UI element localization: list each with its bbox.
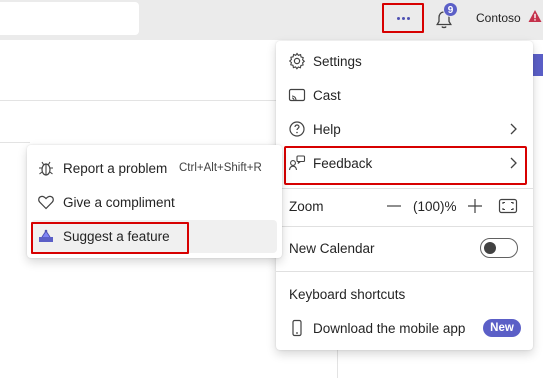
- zoom-label: Zoom: [289, 199, 324, 214]
- divider: [276, 271, 533, 272]
- menu-item-cast[interactable]: Cast: [276, 79, 533, 111]
- menu-item-label: Settings: [313, 53, 362, 69]
- org-name[interactable]: Contoso: [476, 11, 521, 25]
- new-badge: New: [483, 319, 521, 337]
- warning-icon: [528, 10, 542, 22]
- highlight-box: [31, 222, 189, 254]
- menu-item-keyboard-shortcuts[interactable]: Keyboard shortcuts: [276, 278, 533, 310]
- menu-item-label: Cast: [313, 87, 341, 103]
- chevron-right-icon: [510, 123, 517, 135]
- menu-item-label: Help: [313, 121, 341, 137]
- zoom-plus-icon[interactable]: [466, 197, 484, 215]
- search-box[interactable]: [0, 2, 139, 35]
- divider: [276, 188, 533, 189]
- menu-item-label: Keyboard shortcuts: [289, 286, 406, 302]
- gear-icon: [288, 52, 306, 70]
- notification-badge: 9: [443, 2, 458, 17]
- zoom-minus-icon[interactable]: [385, 197, 403, 215]
- submenu-item-label: Report a problem: [63, 161, 168, 176]
- divider: [276, 226, 533, 227]
- help-icon: [289, 121, 305, 137]
- heart-icon: [38, 195, 54, 210]
- new-calendar-toggle[interactable]: [480, 238, 518, 258]
- more-options-button[interactable]: [382, 3, 424, 33]
- more-options-menu: Settings Cast Help Feedback Zoom (100)% …: [276, 41, 533, 350]
- toggle-knob: [484, 242, 496, 254]
- divider: [0, 142, 30, 143]
- divider: [0, 100, 276, 101]
- submenu-item-report-problem[interactable]: Report a problem Ctrl+Alt+Shift+R: [27, 152, 282, 185]
- menu-item-settings[interactable]: Settings: [276, 45, 533, 77]
- menu-item-help[interactable]: Help: [276, 113, 533, 145]
- submenu-item-give-compliment[interactable]: Give a compliment: [27, 186, 282, 219]
- highlight-box: [284, 146, 527, 185]
- cast-icon: [288, 88, 306, 102]
- bug-icon: [39, 161, 53, 176]
- keyboard-shortcut: Ctrl+Alt+Shift+R: [179, 162, 262, 174]
- feedback-submenu: Report a problem Ctrl+Alt+Shift+R Give a…: [27, 145, 282, 258]
- more-icon: [396, 16, 410, 20]
- title-bar: 9 Contoso: [0, 0, 543, 40]
- menu-item-label: Download the mobile app: [313, 320, 466, 336]
- fit-screen-icon[interactable]: [498, 197, 518, 215]
- menu-item-label: New Calendar: [289, 240, 375, 256]
- phone-icon: [292, 319, 302, 337]
- zoom-value: (100)%: [413, 199, 457, 214]
- submenu-item-label: Give a compliment: [63, 195, 175, 210]
